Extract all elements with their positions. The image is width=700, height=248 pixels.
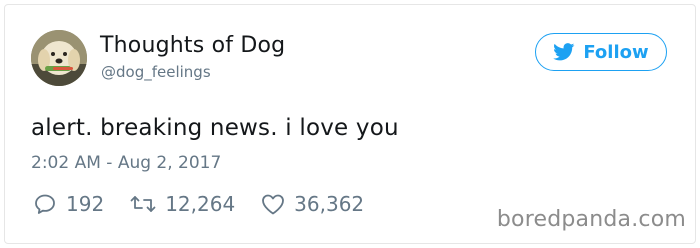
display-name[interactable]: Thoughts of Dog xyxy=(100,33,285,58)
reply-icon xyxy=(33,192,57,216)
watermark: boredpanda.com xyxy=(496,207,686,232)
follow-label: Follow xyxy=(583,41,649,63)
heart-icon xyxy=(261,193,285,215)
account-handle[interactable]: @dog_feelings xyxy=(101,63,211,81)
like-count: 36,362 xyxy=(294,192,365,216)
reply-button[interactable]: 192 xyxy=(33,192,104,216)
tweet-text: alert. breaking news. i love you xyxy=(31,115,399,141)
avatar[interactable] xyxy=(31,30,87,86)
retweet-count: 12,264 xyxy=(165,192,236,216)
tweet-timestamp[interactable]: 2:02 AM - Aug 2, 2017 xyxy=(31,153,221,173)
tweet-card: Thoughts of Dog @dog_feelings Follow ale… xyxy=(0,0,700,248)
follow-button[interactable]: Follow xyxy=(535,33,667,71)
dog-avatar-icon xyxy=(31,30,87,86)
tweet-actions: 192 12,264 36,362 xyxy=(33,192,390,216)
reply-count: 192 xyxy=(66,192,105,216)
retweet-icon xyxy=(130,193,156,215)
like-button[interactable]: 36,362 xyxy=(261,192,364,216)
twitter-bird-icon xyxy=(553,43,575,61)
retweet-button[interactable]: 12,264 xyxy=(130,192,235,216)
